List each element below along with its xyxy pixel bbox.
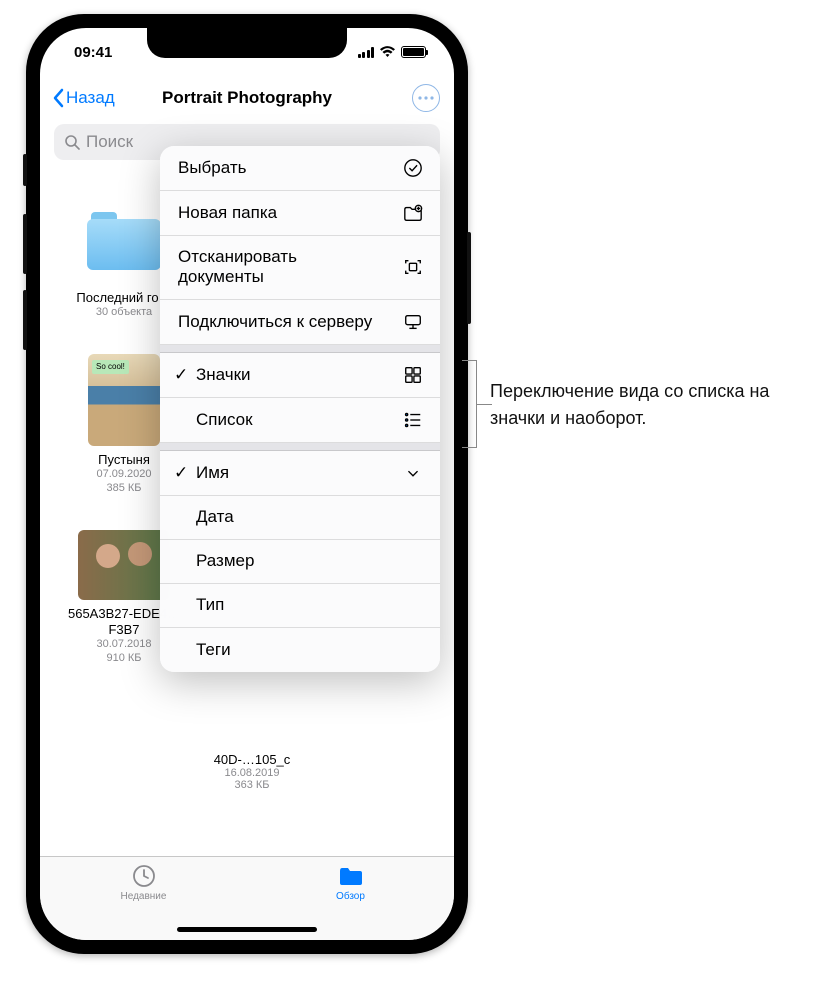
menu-label: Значки — [196, 365, 251, 385]
menu-connect-server[interactable]: Подключиться к серверу — [160, 300, 440, 345]
menu-label: Размер — [196, 551, 254, 571]
cellular-icon — [358, 47, 375, 58]
menu-label: Отсканировать документы — [178, 247, 378, 288]
context-menu: Выбрать Новая папка Отсканировать докуме… — [160, 146, 440, 672]
folder-plus-icon — [402, 202, 424, 224]
menu-label: Выбрать — [178, 158, 246, 178]
search-placeholder: Поиск — [86, 132, 133, 152]
wifi-icon — [379, 46, 396, 58]
menu-sort-type[interactable]: Тип — [160, 584, 440, 628]
menu-view-list[interactable]: Список — [160, 398, 440, 443]
back-button[interactable]: Назад — [52, 88, 115, 108]
menu-sort-size[interactable]: Размер — [160, 540, 440, 584]
clock-icon — [130, 863, 158, 889]
menu-sort-tags[interactable]: Теги — [160, 628, 440, 672]
chevron-left-icon — [52, 88, 64, 108]
folder-icon — [85, 212, 163, 270]
page-title: Portrait Photography — [162, 88, 332, 108]
list-icon — [402, 409, 424, 431]
menu-label: Дата — [196, 507, 234, 527]
server-icon — [402, 311, 424, 333]
tile-name: 40D-…105_c — [192, 752, 312, 767]
select-icon — [402, 157, 424, 179]
callout-bracket — [462, 360, 492, 448]
status-time: 09:41 — [74, 44, 112, 61]
menu-sort-name[interactable]: ✓ Имя — [160, 451, 440, 496]
status-icons — [358, 46, 427, 58]
tab-bar: Недавние Обзор — [40, 856, 454, 940]
menu-new-folder[interactable]: Новая папка — [160, 191, 440, 236]
menu-scan[interactable]: Отсканировать документы — [160, 236, 440, 300]
battery-icon — [401, 46, 426, 58]
checkmark-icon: ✓ — [174, 463, 188, 483]
back-label: Назад — [66, 88, 115, 108]
photo-thumb — [78, 530, 170, 600]
scan-icon — [402, 256, 424, 278]
menu-label: Имя — [196, 463, 229, 483]
search-icon — [64, 134, 80, 150]
photo-thumb — [88, 354, 160, 446]
more-button[interactable] — [412, 84, 440, 112]
menu-label: Теги — [196, 640, 231, 660]
chevron-down-icon — [402, 462, 424, 484]
checkmark-icon: ✓ — [174, 365, 188, 385]
callout: Переключение вида со списка на значки и … — [490, 346, 790, 432]
tile-size: 363 КБ — [192, 779, 312, 791]
navigation-bar: Назад Portrait Photography — [40, 76, 454, 120]
file-tile[interactable]: 40D-…105_c 16.08.2019 363 КБ — [192, 752, 312, 791]
tab-label: Обзор — [336, 891, 365, 902]
folder-icon — [337, 863, 365, 889]
callout-text: Переключение вида со списка на значки и … — [490, 378, 790, 432]
menu-select[interactable]: Выбрать — [160, 146, 440, 191]
home-indicator[interactable] — [177, 927, 317, 932]
menu-sort-date[interactable]: Дата — [160, 496, 440, 540]
grid-icon — [402, 364, 424, 386]
tile-date: 16.08.2019 — [192, 767, 312, 779]
menu-label: Список — [196, 410, 253, 430]
ellipsis-icon — [418, 96, 434, 100]
menu-label: Новая папка — [178, 203, 277, 223]
menu-label: Тип — [196, 595, 224, 615]
tab-label: Недавние — [121, 891, 167, 902]
menu-label: Подключиться к серверу — [178, 312, 372, 332]
menu-view-icons[interactable]: ✓ Значки — [160, 353, 440, 398]
